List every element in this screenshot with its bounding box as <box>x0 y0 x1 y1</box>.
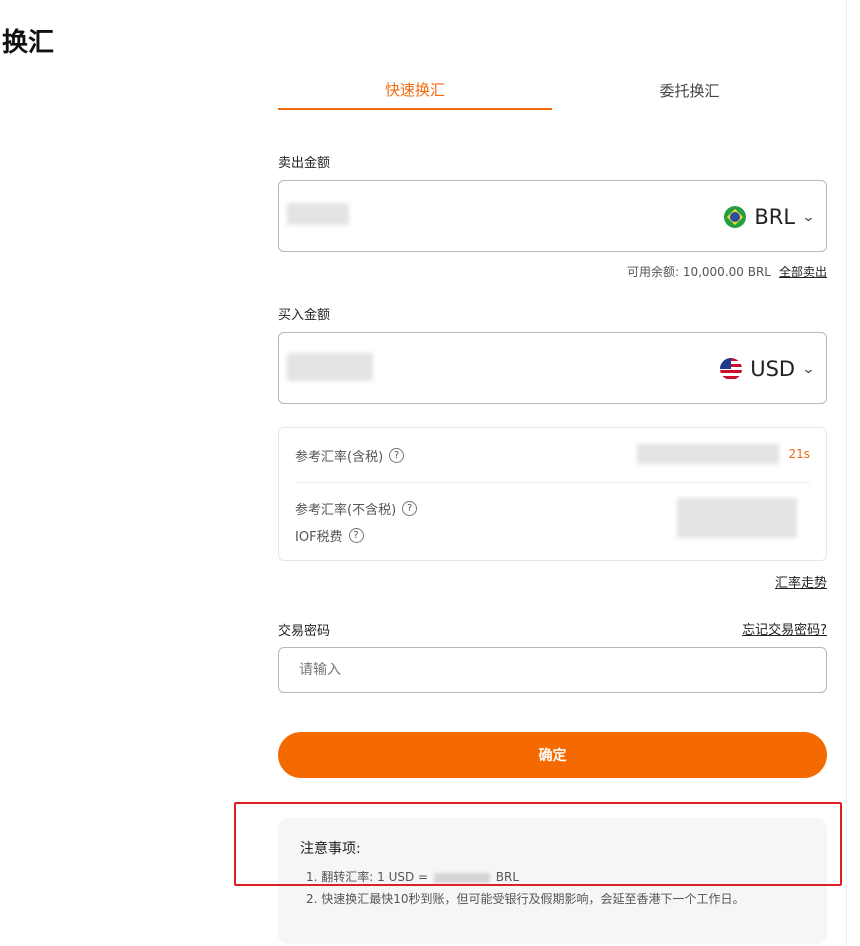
chevron-down-icon: ⌄ <box>801 361 816 377</box>
notes-title: 注意事项: <box>300 841 361 857</box>
exchange-tabs: 快速换汇 委托换汇 <box>278 70 827 112</box>
help-icon[interactable]: ? <box>402 501 418 516</box>
notes-item-2: 2. 快速换汇最快10秒到账，但可能受银行及假期影响，会延至香港下一个工作日。 <box>306 892 745 906</box>
sell-all-link[interactable]: 全部卖出 <box>779 263 827 280</box>
inverse-rate-redacted <box>433 872 490 883</box>
trade-password-label: 交易密码 <box>278 624 331 639</box>
sell-currency-code: BRL <box>754 205 796 229</box>
ref-rate-tax-label: 参考汇率(含税) <box>295 450 384 465</box>
ref-rate-notax-redacted <box>677 498 797 538</box>
sell-currency-select[interactable]: BRL ⌄ <box>724 203 816 231</box>
notes-item-1: 1. 翻转汇率: 1 USD = BRL <box>306 868 776 886</box>
tab-delegated-exchange[interactable]: 委托换汇 <box>552 70 827 110</box>
buy-currency-select[interactable]: USD ⌄ <box>720 355 816 383</box>
rate-divider <box>295 482 810 483</box>
ref-rate-tax-redacted <box>637 444 779 464</box>
sell-amount-label: 卖出金额 <box>278 156 331 171</box>
ref-rate-notax-row: 参考汇率(不含税) ? <box>295 499 418 518</box>
help-icon[interactable]: ? <box>389 448 405 463</box>
buy-amount-redacted <box>287 353 373 381</box>
help-icon[interactable]: ? <box>348 528 364 543</box>
trade-password-input[interactable] <box>278 647 827 693</box>
sell-amount-box: BRL ⌄ <box>278 180 827 252</box>
page-title: 换汇 <box>2 28 55 58</box>
inverse-rate-prefix: 1. 翻转汇率: 1 USD = <box>306 870 429 884</box>
inverse-rate-suffix: BRL <box>495 870 520 884</box>
ref-rate-tax-row: 参考汇率(含税) ? <box>295 446 405 465</box>
forgot-password-link[interactable]: 忘记交易密码? <box>742 619 827 638</box>
ref-rate-notax-label: 参考汇率(不含税) <box>295 503 397 518</box>
tab-quick-exchange[interactable]: 快速换汇 <box>278 70 552 110</box>
us-flag-icon <box>720 358 743 380</box>
confirm-button[interactable]: 确定 <box>278 732 827 778</box>
rate-trend-link[interactable]: 汇率走势 <box>775 572 827 591</box>
rate-countdown: 21s <box>788 447 810 461</box>
sell-amount-redacted <box>287 203 349 225</box>
notes-panel: 注意事项: 1. 翻转汇率: 1 USD = BRL 2. 快速换汇最快10秒到… <box>278 818 827 944</box>
available-balance: 可用余额: 10,000.00 BRL <box>626 265 771 279</box>
buy-amount-label: 买入金额 <box>278 308 331 323</box>
brazil-flag-icon <box>724 206 747 228</box>
iof-label: IOF税费 <box>295 530 343 545</box>
buy-amount-box: USD ⌄ <box>278 332 827 404</box>
chevron-down-icon: ⌄ <box>801 209 816 225</box>
sell-balance-row: 可用余额: 10,000.00 BRL 全部卖出 <box>627 263 827 280</box>
right-divider <box>846 0 847 946</box>
buy-currency-code: USD <box>750 357 796 381</box>
rate-panel: 参考汇率(含税) ? 21s 参考汇率(不含税) ? IOF税费 ? <box>278 427 827 561</box>
iof-row: IOF税费 ? <box>295 526 364 545</box>
